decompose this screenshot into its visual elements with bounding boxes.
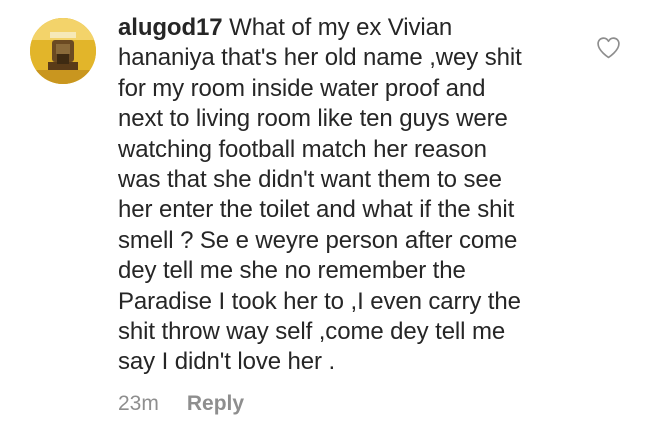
heart-outline-icon[interactable] [596, 36, 621, 59]
comment-username[interactable]: alugod17 [118, 14, 223, 41]
comment-body: alugod17 What of my ex Vivian hananiya t… [118, 13, 578, 378]
comment-text-line: was that she didn't want them to see [118, 166, 502, 194]
comment-timestamp: 23m [118, 392, 159, 415]
comment-text-line: dey tell me she no remember the [118, 257, 466, 285]
comment-text-line: for my room inside water proof and [118, 74, 486, 102]
comment-text-line: What of my ex Vivian [229, 14, 453, 41]
comment-text-line: Paradise I took her to ,I even carry the [118, 287, 521, 315]
comment: alugod17 What of my ex Vivian hananiya t… [0, 0, 661, 444]
comment-text-line: hananiya that's her old name ,wey shit [118, 44, 522, 72]
comment-text-line: smell ? Se e weyre person after come [118, 226, 518, 254]
reply-button[interactable]: Reply [187, 392, 244, 416]
comment-text-line: watching football match her reason [118, 135, 487, 163]
comment-text-line: her enter the toilet and what if the shi… [118, 196, 515, 224]
comment-meta: 23m Reply [118, 392, 244, 416]
avatar[interactable] [30, 18, 96, 84]
comment-text-line: shit throw way self ,come dey tell me [118, 318, 506, 346]
comment-line-1: alugod17 What of my ex Vivian [118, 13, 578, 43]
avatar-image [30, 18, 96, 84]
comment-text-line: next to living room like ten guys were [118, 105, 508, 133]
comment-text-line: say I didn't love her . [118, 348, 336, 376]
